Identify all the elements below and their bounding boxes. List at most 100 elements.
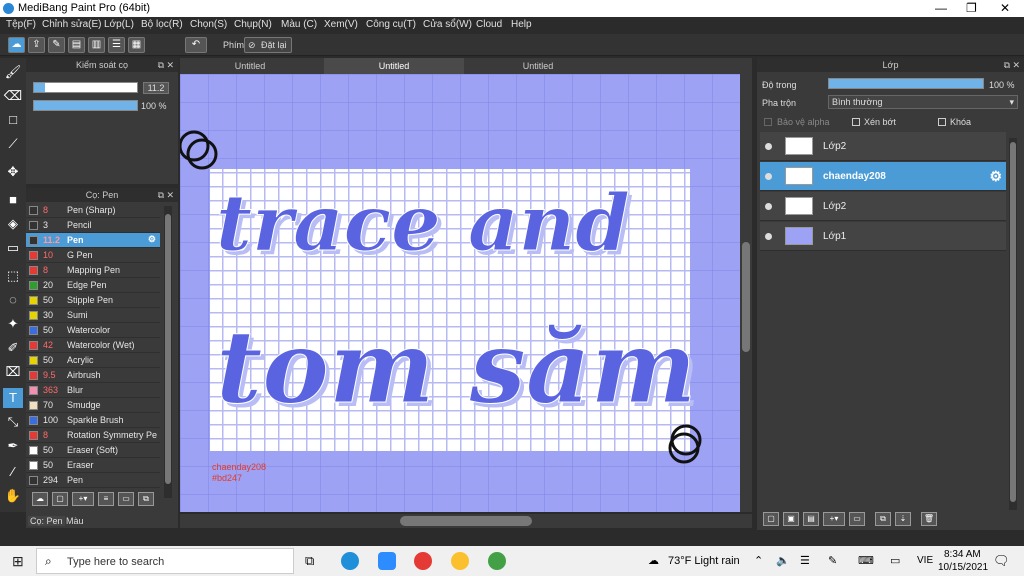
brush-item[interactable]: 8 Rotation Symmetry Pe <box>26 428 160 443</box>
layer-row[interactable]: chaenday208 ⚙ <box>760 162 1006 191</box>
merge-layer-icon[interactable]: ⇣ <box>895 512 911 526</box>
close-icon[interactable]: ✕ <box>166 188 174 202</box>
close-icon[interactable]: ✕ <box>166 58 174 72</box>
brush-copy-icon[interactable]: ⧉ <box>138 492 154 506</box>
brush-item[interactable]: 8 Pen (Sharp) <box>26 203 160 218</box>
eyedropper-icon[interactable]: ✒ <box>3 436 23 456</box>
fill-rect-tool-icon[interactable]: ■ <box>3 190 23 210</box>
brush-add-icon[interactable]: +▾ <box>72 492 94 506</box>
move-tool-icon[interactable]: ✥ <box>3 162 23 182</box>
duplicate-layer-icon[interactable]: ⧉ <box>875 512 891 526</box>
brush-item[interactable]: 9.5 Airbrush <box>26 368 160 383</box>
size-value[interactable]: 11.2 <box>143 82 169 94</box>
close-icon[interactable]: ✕ <box>1012 58 1020 72</box>
notification-icon[interactable]: 🗨 <box>993 553 1010 569</box>
lock-checkbox[interactable] <box>938 118 946 126</box>
medibang-icon[interactable] <box>488 552 506 570</box>
scroll-thumb[interactable] <box>1010 142 1016 502</box>
canvas-vscroll[interactable] <box>740 74 752 512</box>
lasso-tool-icon[interactable]: ◌ <box>3 290 23 310</box>
brush-scrollbar[interactable] <box>164 206 172 498</box>
brush-item[interactable]: 50 Watercolor <box>26 323 160 338</box>
add-layer-menu-icon[interactable]: +▾ <box>823 512 845 526</box>
brush-cloud-icon[interactable]: ☁ <box>32 492 48 506</box>
brush-item[interactable]: 50 Eraser <box>26 458 160 473</box>
volume-icon[interactable]: 🔈 <box>776 554 790 567</box>
language-indicator[interactable]: VIE <box>917 555 933 566</box>
menu-help[interactable]: Help <box>511 19 532 30</box>
menu-color[interactable]: Màu (C) <box>281 19 317 30</box>
chevron-up-icon[interactable]: ⌃ <box>754 554 763 567</box>
text-tool-icon[interactable]: T <box>3 388 23 408</box>
menu-capture[interactable]: Chụp(N) <box>234 19 272 30</box>
menu-tools[interactable]: Công cụ(T) <box>366 19 416 30</box>
brush-item[interactable]: 8 Mapping Pen <box>26 263 160 278</box>
vscroll-thumb[interactable] <box>742 242 750 352</box>
maximize-button[interactable]: ❐ <box>966 1 977 15</box>
brush-item[interactable]: 50 Acrylic <box>26 353 160 368</box>
search-box[interactable]: ⌕ Type here to search <box>36 548 294 574</box>
gear-icon[interactable]: ⚙ <box>989 168 1002 185</box>
tab-untitled-1[interactable]: Untitled <box>180 58 320 74</box>
canvas-area[interactable]: trace and trace and tom săm tom săm chae… <box>178 74 740 512</box>
keyboard-icon[interactable]: ⌨ <box>858 554 874 567</box>
layer-opacity-slider[interactable] <box>828 78 984 89</box>
bucket-tool-icon[interactable]: ◈ <box>3 214 23 234</box>
brush-item[interactable]: 30 Sumi <box>26 308 160 323</box>
dropper-tool-icon[interactable]: ⁄ <box>3 462 23 482</box>
menu-edit[interactable]: Chỉnh sửa(E) <box>42 19 102 30</box>
new-8bit-layer-icon[interactable]: ▤ <box>803 512 819 526</box>
operation-tool-icon[interactable]: ⤡ <box>3 412 23 432</box>
gradient-tool-icon[interactable]: ▭ <box>3 238 23 258</box>
blend-mode-select[interactable]: Bình thường ▾ <box>828 95 1018 109</box>
tab-color[interactable]: Màu <box>66 516 84 526</box>
cloud-icon[interactable]: ☁ <box>8 37 25 53</box>
brush-item[interactable]: 50 Eraser (Soft) <box>26 443 160 458</box>
protect-alpha-checkbox[interactable] <box>764 118 772 126</box>
brush-item[interactable]: 100 Sparkle Brush <box>26 413 160 428</box>
visibility-icon[interactable] <box>765 173 772 180</box>
delete-layer-icon[interactable]: 🗑 <box>921 512 937 526</box>
undo-icon[interactable]: ↶ <box>185 37 207 53</box>
size-slider[interactable] <box>33 82 138 93</box>
select-eraser-icon[interactable]: ⌧ <box>3 362 23 382</box>
document-icon[interactable]: ▥ <box>88 37 105 53</box>
menu-layer[interactable]: Lớp(L) <box>104 19 134 30</box>
edge-icon[interactable] <box>341 552 359 570</box>
brush-item[interactable]: 363 Blur <box>26 383 160 398</box>
select-tool-icon[interactable]: ⬚ <box>3 266 23 286</box>
brush-item[interactable]: 42 Watercolor (Wet) <box>26 338 160 353</box>
rectangle-tool-icon[interactable]: □ <box>3 110 23 130</box>
network-icon[interactable]: ☰ <box>800 554 810 567</box>
clipping-checkbox[interactable] <box>852 118 860 126</box>
hand-tool-icon[interactable]: ✋ <box>3 486 23 506</box>
layer-scrollbar[interactable] <box>1009 138 1017 510</box>
magic-wand-icon[interactable]: ✦ <box>3 314 23 334</box>
display-icon[interactable]: ▭ <box>890 554 900 567</box>
menu-select[interactable]: Chọn(S) <box>190 19 227 30</box>
share-icon[interactable]: ⇪ <box>28 37 45 53</box>
float-icon[interactable]: ⧉ <box>1004 58 1010 72</box>
eraser-tool-icon[interactable]: ⌫ <box>3 86 23 106</box>
zoom-icon[interactable] <box>378 552 396 570</box>
menu-file[interactable]: Tệp(F) <box>6 19 36 30</box>
brush-item[interactable]: 10 G Pen <box>26 248 160 263</box>
brush-tool-icon[interactable]: 🖌 <box>3 62 23 82</box>
gear-icon[interactable]: ⚙ <box>148 234 156 245</box>
new-layer-icon[interactable]: ▢ <box>763 512 779 526</box>
menu-window[interactable]: Cửa sổ(W) <box>423 19 472 30</box>
chrome-icon[interactable] <box>451 552 469 570</box>
opacity-slider[interactable] <box>33 100 138 111</box>
tab-brush[interactable]: Cọ: Pen <box>28 516 65 526</box>
float-icon[interactable]: ⧉ <box>158 58 164 72</box>
menu-cloud[interactable]: Cloud <box>476 19 502 30</box>
layer-row[interactable]: Lớp2 <box>760 132 1006 161</box>
pen-icon[interactable]: ✎ <box>828 554 837 567</box>
canvas-svg[interactable]: trace and trace and tom săm tom săm chae… <box>178 74 740 512</box>
grid-icon[interactable]: ▦ <box>128 37 145 53</box>
float-icon[interactable]: ⧉ <box>158 188 164 202</box>
comment-icon[interactable]: ✎ <box>48 37 65 53</box>
brush-item[interactable]: 50 Stipple Pen <box>26 293 160 308</box>
chrome-icon[interactable] <box>414 552 432 570</box>
minimize-button[interactable]: — <box>935 1 947 15</box>
